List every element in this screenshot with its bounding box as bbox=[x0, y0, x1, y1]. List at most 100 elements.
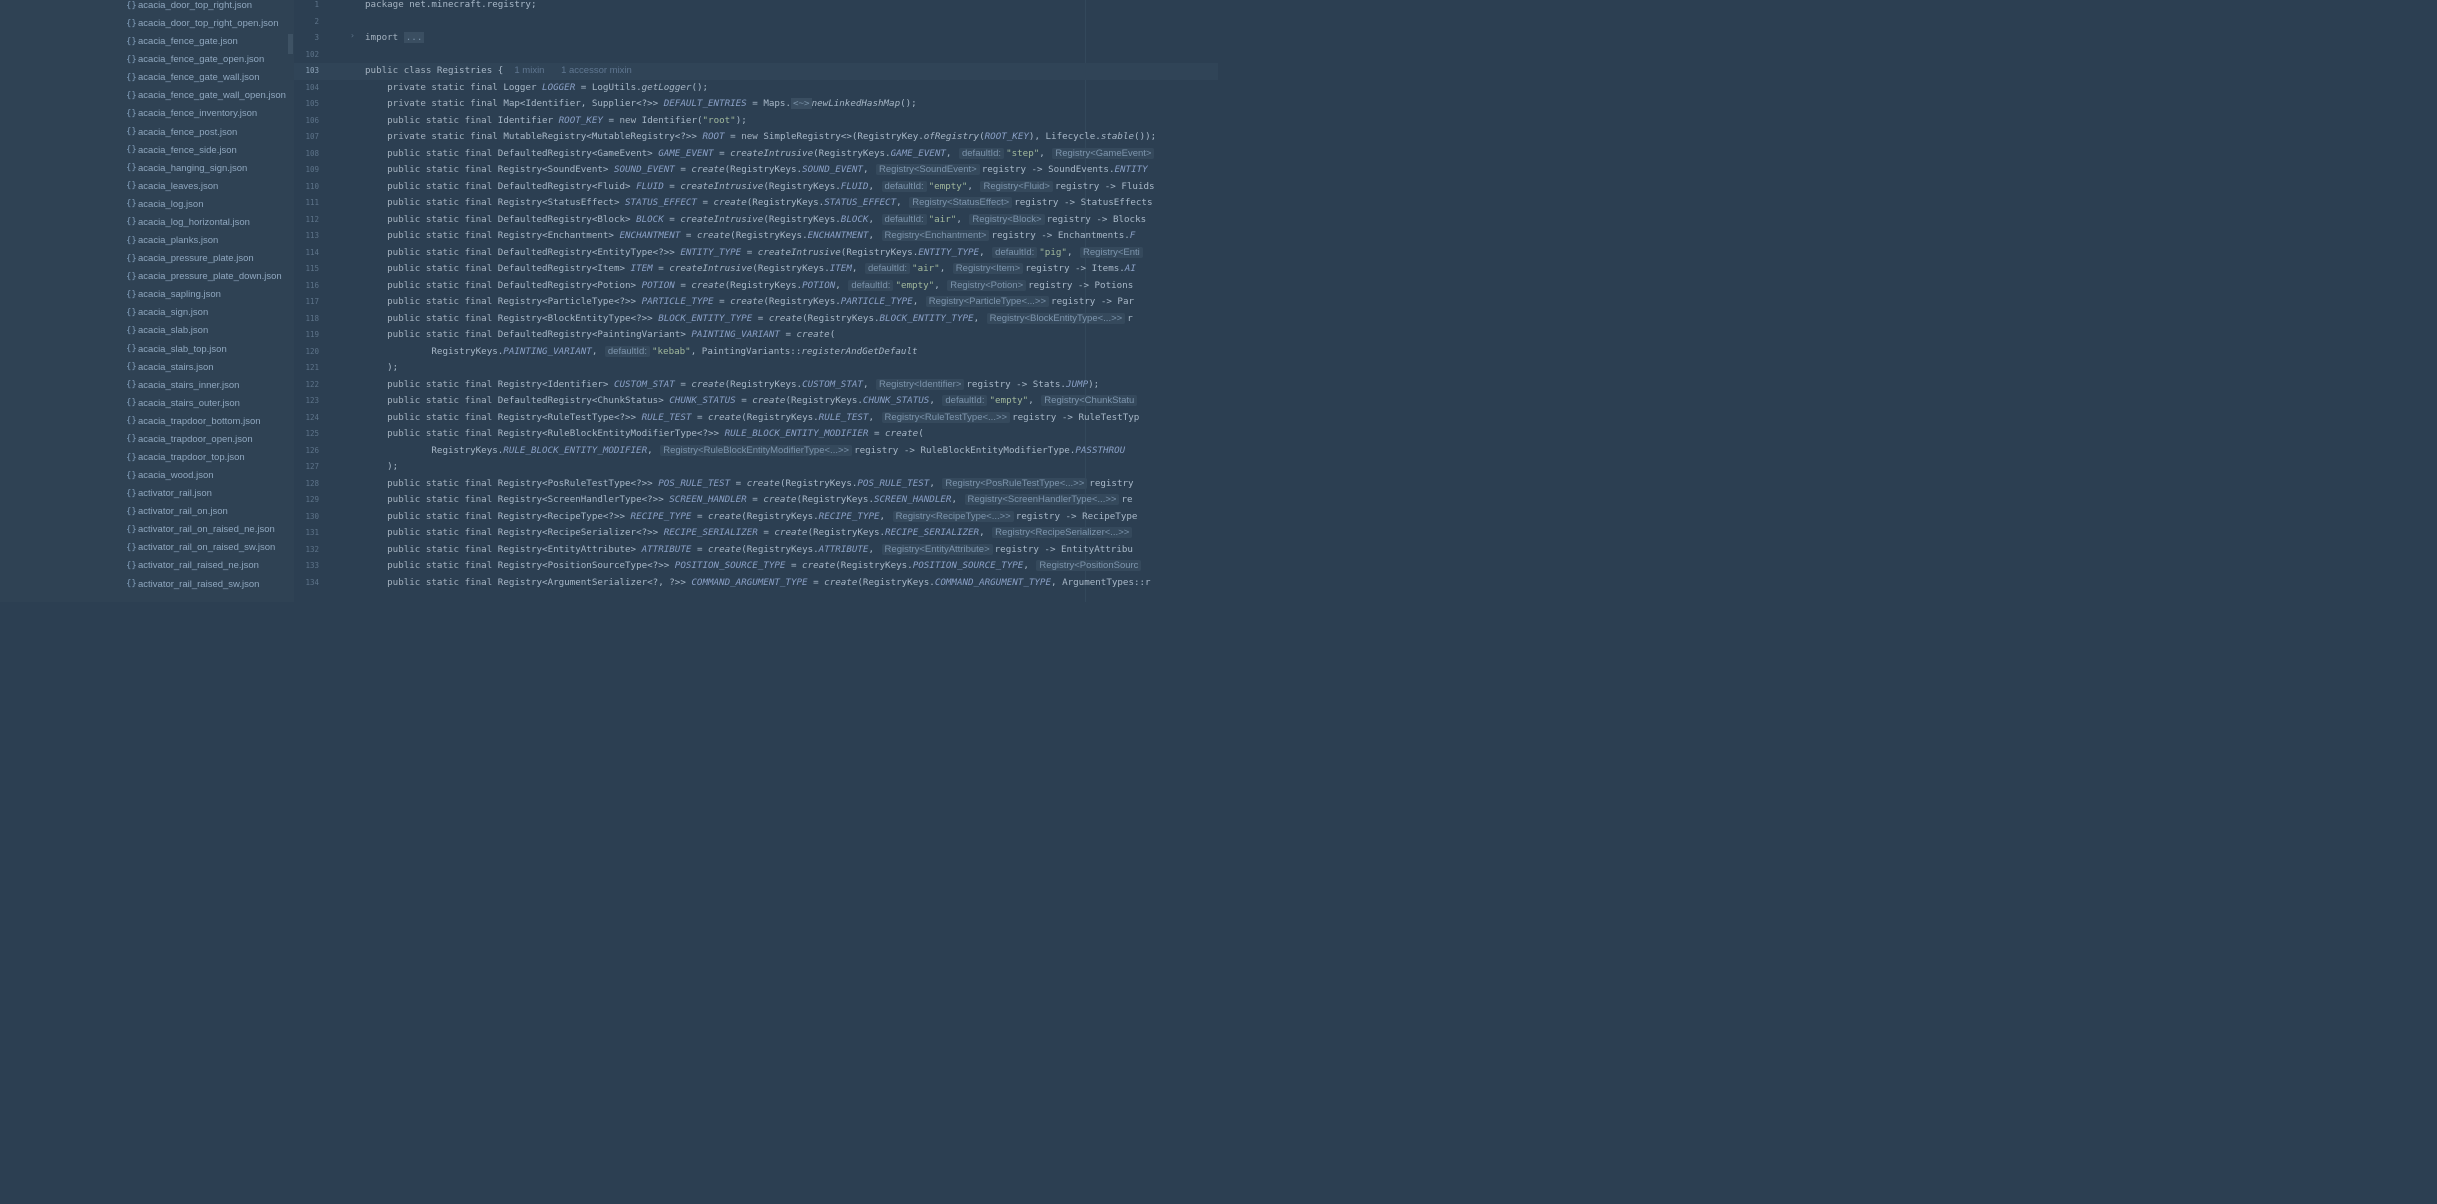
code-text: public static final Registry<RuleTestTyp… bbox=[365, 410, 1139, 427]
file-tree-item[interactable]: {} activator_rail_raised_sw.json bbox=[126, 575, 259, 593]
code-line[interactable]: 115 public static final DefaultedRegistr… bbox=[294, 261, 1218, 278]
file-tree-item[interactable]: {} activator_rail_on_raised_ne.json bbox=[126, 521, 275, 539]
file-tree-item[interactable]: {} acacia_slab_top.json bbox=[126, 340, 227, 358]
code-token: PARTICLE_TYPE bbox=[840, 296, 913, 307]
code-line-current[interactable]: 103 public class Registries { 1 mixin 1 a… bbox=[294, 63, 1218, 80]
project-file-tree[interactable]: {} acacia_door_top_right.json{} acacia_doo… bbox=[0, 0, 294, 602]
file-tree-item[interactable]: {} acacia_sign.json bbox=[126, 304, 208, 322]
code-line[interactable]: 130 public static final Registry<RecipeT… bbox=[294, 509, 1218, 526]
code-line[interactable]: 105 private static final Map<Identifier,… bbox=[294, 96, 1218, 113]
inlay-hint[interactable]: 1 accessor mixin bbox=[561, 65, 632, 76]
file-name: acacia_planks.json bbox=[138, 235, 219, 247]
fold-chevron-icon[interactable]: › bbox=[350, 31, 355, 40]
file-tree-item[interactable]: {} acacia_wood.json bbox=[126, 467, 214, 485]
code-token: public static final bbox=[387, 296, 493, 307]
file-tree-item[interactable]: {} acacia_trapdoor_bottom.json bbox=[126, 412, 261, 430]
line-number: 102 bbox=[305, 49, 319, 59]
file-tree-item[interactable]: {} acacia_planks.json bbox=[126, 232, 218, 250]
json-file-icon: {} bbox=[126, 18, 137, 29]
sidebar-scrollbar-thumb[interactable] bbox=[288, 34, 293, 54]
code-token: , bbox=[868, 411, 880, 423]
code-token: SimpleRegistry<>(RegistryKey. bbox=[757, 131, 924, 142]
code-line[interactable]: 119 public static final DefaultedRegistr… bbox=[294, 327, 1218, 344]
file-tree-item[interactable]: {} acacia_stairs_inner.json bbox=[126, 376, 239, 394]
code-line[interactable]: 2 bbox=[294, 14, 1218, 31]
code-line[interactable]: 125 public static final Registry<RuleBlo… bbox=[294, 426, 1218, 443]
file-tree-item[interactable]: {} acacia_pressure_plate_down.json bbox=[126, 268, 282, 286]
folded-code-placeholder[interactable]: <~> bbox=[790, 98, 812, 109]
file-tree-item[interactable]: {} activator_rail_on.json bbox=[126, 503, 228, 521]
code-line[interactable]: 132 public static final Registry<EntityA… bbox=[294, 542, 1218, 559]
code-line[interactable]: 117 public static final Registry<Particl… bbox=[294, 294, 1218, 311]
file-tree-item[interactable]: {} acacia_pressure_plate.json bbox=[126, 250, 254, 268]
file-tree-item[interactable]: {} acacia_log.json bbox=[126, 195, 204, 213]
code-token: public static final bbox=[387, 477, 493, 489]
file-tree-item[interactable]: {} acacia_leaves.json bbox=[126, 177, 218, 195]
code-line[interactable]: 1 package net.minecraft.registry; bbox=[294, 0, 1218, 14]
code-line[interactable]: 113 public static final Registry<Enchant… bbox=[294, 228, 1218, 245]
file-name: activator_rail_raised_sw.json bbox=[138, 578, 260, 590]
code-line[interactable]: 116 public static final DefaultedRegistr… bbox=[294, 278, 1218, 295]
inlay-hint: defaultId: bbox=[958, 147, 1005, 159]
code-line[interactable]: 110 public static final DefaultedRegistr… bbox=[294, 179, 1218, 196]
file-tree-item[interactable]: {} acacia_hanging_sign.json bbox=[126, 159, 247, 177]
file-tree-item[interactable]: {} acacia_fence_inventory.json bbox=[126, 105, 257, 123]
file-tree-item[interactable]: {} acacia_slab.json bbox=[126, 322, 208, 340]
file-tree-item[interactable]: {} activator_rail.json bbox=[126, 485, 212, 503]
code-line[interactable]: 127 ); bbox=[294, 459, 1218, 476]
inlay-hint: Registry<RecipeSerializer<...>> bbox=[992, 527, 1133, 538]
file-tree-item[interactable]: {} acacia_fence_gate_open.json bbox=[126, 51, 264, 69]
code-line[interactable]: 122 public static final Registry<Identif… bbox=[294, 377, 1218, 394]
file-tree-item[interactable]: {} activator_rail_raised_ne.json bbox=[126, 557, 259, 575]
code-line[interactable]: 109 public static final Registry<SoundEv… bbox=[294, 162, 1218, 179]
file-tree-item[interactable]: {} acacia_sapling.json bbox=[126, 286, 221, 304]
file-tree-item[interactable]: {} acacia_trapdoor_top.json bbox=[126, 449, 245, 467]
code-line[interactable]: 107 private static final MutableRegistry… bbox=[294, 129, 1218, 146]
code-line[interactable]: 118 public static final Registry<BlockEn… bbox=[294, 311, 1218, 328]
code-line[interactable]: 112 public static final DefaultedRegistr… bbox=[294, 212, 1218, 229]
code-token: Logger bbox=[497, 81, 543, 93]
file-tree-item[interactable]: {} acacia_fence_post.json bbox=[126, 123, 237, 141]
file-tree-item[interactable]: {} acacia_trapdoor_open.json bbox=[126, 430, 253, 448]
file-tree-item[interactable]: {} acacia_door_top_right_open.json bbox=[126, 15, 279, 33]
code-line[interactable]: 131 public static final Registry<RecipeS… bbox=[294, 525, 1218, 542]
file-tree-item[interactable]: {} acacia_stairs.json bbox=[126, 358, 214, 376]
code-token: DefaultedRegistry<ChunkStatus> bbox=[492, 395, 670, 406]
code-line[interactable]: 114 public static final DefaultedRegistr… bbox=[294, 245, 1218, 262]
file-tree-item[interactable]: {} acacia_fence_side.json bbox=[126, 141, 237, 159]
file-tree-item[interactable]: {} acacia_fence_gate_wall_open.json bbox=[126, 87, 286, 105]
code-line[interactable]: 111 public static final Registry<StatusE… bbox=[294, 195, 1218, 212]
code-token: create bbox=[824, 576, 858, 588]
code-line[interactable]: 123 public static final DefaultedRegistr… bbox=[294, 393, 1218, 410]
file-tree-item[interactable]: {} acacia_door_top_right.json bbox=[126, 0, 252, 15]
code-line[interactable]: 120 RegistryKeys.PAINTING_VARIANT, defau… bbox=[294, 344, 1218, 361]
code-token: create bbox=[708, 411, 742, 423]
code-line[interactable]: 124 public static final Registry<RuleTes… bbox=[294, 410, 1218, 427]
code-line[interactable]: 106 public static final Identifier ROOT_… bbox=[294, 113, 1218, 130]
code-line[interactable]: 108 public static final DefaultedRegistr… bbox=[294, 146, 1218, 163]
code-line[interactable]: 129 public static final Registry<ScreenH… bbox=[294, 492, 1218, 509]
inlay-hint: Registry<RecipeType<...>> bbox=[892, 510, 1014, 522]
code-line[interactable]: 121 ); bbox=[294, 360, 1218, 377]
code-token: , bbox=[979, 246, 991, 258]
code-text: public static final DefaultedRegistry<Bl… bbox=[365, 212, 1146, 229]
file-tree-item[interactable]: {} activator_rail_on_raised_sw.json bbox=[126, 539, 275, 557]
code-editor[interactable]: 1 package net.minecraft.registry; 2 3 › impor… bbox=[294, 0, 1218, 602]
code-token: (RegistryKeys. bbox=[724, 279, 803, 291]
code-token: DefaultedRegistry<GameEvent> bbox=[492, 147, 659, 159]
code-line[interactable]: 128 public static final Registry<PosRule… bbox=[294, 476, 1218, 493]
code-line[interactable]: 3 › import ... bbox=[294, 30, 1218, 47]
code-line[interactable]: 102 bbox=[294, 47, 1218, 64]
file-tree-item[interactable]: {} acacia_stairs_outer.json bbox=[126, 394, 240, 412]
code-line[interactable]: 133 public static final Registry<Positio… bbox=[294, 558, 1218, 575]
code-line[interactable]: 134 public static final Registry<Argumen… bbox=[294, 575, 1218, 592]
inlay-hint[interactable]: 1 mixin bbox=[514, 65, 544, 76]
file-tree-item[interactable]: {} acacia_fence_gate_wall.json bbox=[126, 69, 259, 87]
code-line[interactable]: 126 RegistryKeys.RULE_BLOCK_ENTITY_MODIF… bbox=[294, 443, 1218, 460]
json-file-icon: {} bbox=[126, 271, 137, 282]
file-tree-item[interactable]: {} acacia_fence_gate.json bbox=[126, 33, 238, 51]
code-line[interactable]: 104 private static final Logger LOGGER =… bbox=[294, 80, 1218, 97]
folded-code-placeholder[interactable]: ... bbox=[403, 32, 425, 43]
file-tree-item[interactable]: {} acacia_log_horizontal.json bbox=[126, 213, 250, 231]
